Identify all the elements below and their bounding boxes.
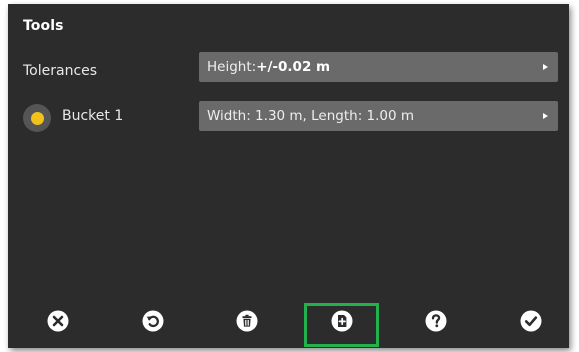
bucket-color-dot: [30, 111, 44, 125]
bucket-dimensions-value: Width: 1.30 m, Length: 1.00 m: [207, 108, 415, 124]
accept-button[interactable]: [516, 306, 546, 336]
delete-button[interactable]: [232, 306, 262, 336]
reset-button[interactable]: [138, 306, 168, 336]
question-circle-icon: [425, 310, 447, 332]
bottom-toolbar: [8, 296, 569, 348]
tolerances-value: +/-0.02 m: [256, 59, 331, 75]
arrow-right-icon: [543, 113, 548, 119]
trash-circle-icon: [236, 310, 258, 332]
undo-circle-icon: [142, 310, 164, 332]
bucket-color-indicator[interactable]: [23, 104, 51, 132]
bucket-label: Bucket 1: [62, 108, 124, 124]
tolerances-label: Tolerances: [23, 63, 98, 79]
help-button[interactable]: [421, 306, 451, 336]
tools-panel: Tools Tolerances Height: +/-0.02 m Bucke…: [8, 4, 569, 348]
cancel-button[interactable]: [43, 306, 73, 336]
check-circle-icon: [520, 310, 542, 332]
add-button[interactable]: [327, 306, 357, 336]
arrow-right-icon: [543, 64, 548, 70]
bucket-dimensions-field[interactable]: Width: 1.30 m, Length: 1.00 m: [199, 101, 558, 131]
panel-title: Tools: [23, 18, 64, 34]
add-document-circle-icon: [331, 310, 353, 332]
tolerances-value-prefix: Height:: [207, 59, 257, 75]
close-circle-icon: [47, 310, 69, 332]
tolerances-field[interactable]: Height: +/-0.02 m: [199, 52, 558, 82]
